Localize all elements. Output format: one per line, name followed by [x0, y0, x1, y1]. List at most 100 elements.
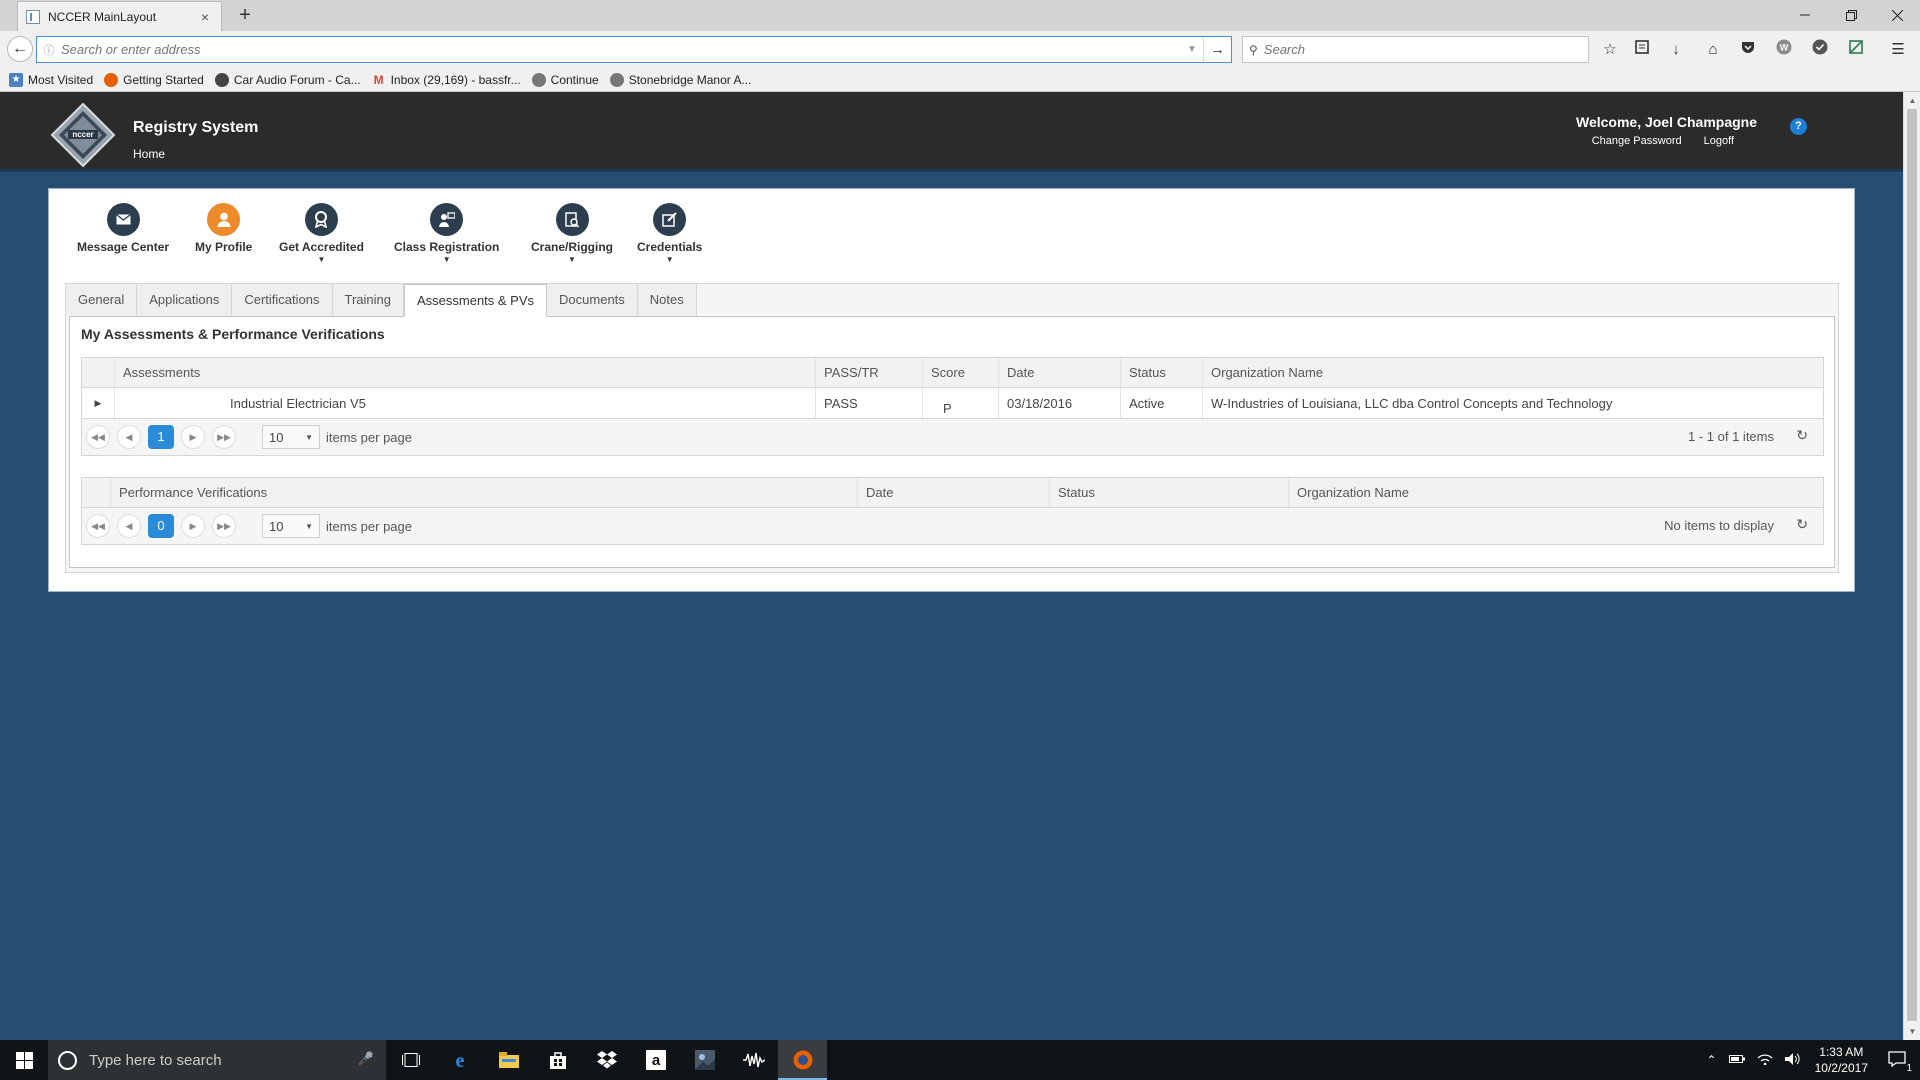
address-bar[interactable]: ⓘ ▼ → — [36, 36, 1232, 63]
logoff-link[interactable]: Logoff — [1704, 135, 1734, 147]
close-tab-icon[interactable]: × — [197, 9, 213, 25]
table-row[interactable]: ▶ Industrial Electrician V5 PASS P 03/18… — [82, 388, 1823, 419]
wifi-icon[interactable] — [1757, 1053, 1773, 1068]
help-icon[interactable]: ? — [1790, 118, 1807, 135]
tab-documents[interactable]: Documents — [547, 284, 638, 316]
scroll-up-icon[interactable]: ▲ — [1904, 92, 1920, 109]
column-header-status[interactable]: Status — [1050, 478, 1289, 507]
download-icon[interactable]: ↓ — [1665, 39, 1687, 61]
bookmark-car-audio-forum[interactable]: Car Audio Forum - Ca... — [214, 72, 361, 87]
previous-page-icon[interactable]: ◀ — [117, 425, 141, 449]
windows-start-icon[interactable] — [0, 1040, 48, 1080]
audio-waveform-icon[interactable] — [729, 1040, 778, 1080]
tab-assessments-pvs[interactable]: Assessments & PVs — [403, 284, 548, 317]
tab-training[interactable]: Training — [332, 284, 404, 316]
svg-text:a: a — [651, 1052, 660, 1069]
tools-extension-icon[interactable] — [1845, 39, 1867, 61]
minimize-window-icon[interactable] — [1782, 0, 1828, 30]
tab-general[interactable]: General — [66, 284, 138, 316]
last-page-icon[interactable]: ▶▶ — [212, 514, 236, 538]
profile-tabs: General Applications Certifications Trai… — [65, 283, 1839, 573]
home-icon[interactable]: ⌂ — [1702, 39, 1724, 61]
column-header-pass-tr[interactable]: PASS/TR — [816, 358, 923, 387]
page-size-select[interactable]: 10 ▼ — [262, 425, 320, 449]
browser-search-input[interactable] — [1263, 42, 1588, 57]
breadcrumb[interactable]: Home — [133, 147, 165, 161]
refresh-icon[interactable]: ↻ — [1796, 427, 1808, 444]
first-page-icon[interactable]: ◀◀ — [86, 514, 110, 538]
close-window-icon[interactable] — [1874, 0, 1920, 30]
bookmark-label: Inbox (29,169) - bassfr... — [390, 72, 521, 87]
column-header-organization[interactable]: Organization Name — [1289, 478, 1823, 507]
nav-message-center[interactable]: Message Center — [77, 203, 169, 254]
current-page-number[interactable]: 1 — [148, 425, 174, 449]
history-dropdown-icon[interactable]: ▼ — [1181, 44, 1203, 55]
checkmark-extension-icon[interactable] — [1809, 39, 1831, 61]
next-page-icon[interactable]: ▶ — [181, 514, 205, 538]
chevron-up-icon[interactable]: ⌃ — [1707, 1053, 1717, 1067]
address-input[interactable] — [61, 42, 1181, 57]
go-arrow-icon[interactable]: → — [1203, 37, 1231, 62]
dropbox-icon[interactable] — [582, 1040, 631, 1080]
extension-w-icon[interactable]: W — [1773, 39, 1795, 61]
column-header-organization[interactable]: Organization Name — [1203, 358, 1823, 387]
first-page-icon[interactable]: ◀◀ — [86, 425, 110, 449]
edge-browser-icon[interactable]: e — [435, 1040, 484, 1080]
page-scrollbar[interactable]: ▲ ▼ — [1903, 92, 1920, 1040]
column-header-score[interactable]: Score — [923, 358, 999, 387]
nav-get-accredited[interactable]: Get Accredited ▼ — [279, 203, 364, 264]
nav-credentials[interactable]: Credentials ▼ — [637, 203, 702, 264]
scroll-down-icon[interactable]: ▼ — [1904, 1023, 1920, 1040]
reading-list-icon[interactable] — [1631, 39, 1653, 61]
last-page-icon[interactable]: ▶▶ — [212, 425, 236, 449]
bookmark-most-visited[interactable]: ★ Most Visited — [9, 72, 93, 87]
browser-tab[interactable]: NCCER MainLayout × — [17, 1, 222, 31]
bookmark-stonebridge[interactable]: Stonebridge Manor A... — [609, 72, 751, 87]
page-size-value: 10 — [269, 518, 284, 534]
change-password-link[interactable]: Change Password — [1592, 135, 1682, 147]
nav-crane-rigging[interactable]: Crane/Rigging ▼ — [531, 203, 613, 264]
notification-center-icon[interactable]: 1 — [1888, 1050, 1912, 1074]
back-arrow-icon[interactable]: ← — [7, 36, 33, 62]
bookmark-inbox[interactable]: M Inbox (29,169) - bassfr... — [372, 73, 521, 87]
amazon-icon[interactable]: a — [631, 1040, 680, 1080]
nav-class-registration[interactable]: Class Registration ▼ — [394, 203, 499, 264]
volume-icon[interactable] — [1784, 1052, 1801, 1068]
column-header-performance-verifications[interactable]: Performance Verifications — [111, 478, 858, 507]
microphone-icon[interactable]: 🎤 — [358, 1051, 374, 1067]
hamburger-menu-icon[interactable]: ☰ — [1887, 39, 1909, 61]
nav-my-profile[interactable]: My Profile — [195, 203, 252, 254]
browser-search-bar[interactable]: ⚲ — [1242, 36, 1589, 63]
taskbar-search[interactable]: Type here to search 🎤 — [48, 1040, 386, 1080]
restore-window-icon[interactable] — [1828, 0, 1874, 30]
column-header-status[interactable]: Status — [1121, 358, 1203, 387]
tab-notes[interactable]: Notes — [637, 284, 697, 316]
new-tab-button[interactable]: + — [233, 3, 257, 27]
column-header-assessments[interactable]: Assessments — [115, 358, 816, 387]
previous-page-icon[interactable]: ◀ — [117, 514, 141, 538]
next-page-icon[interactable]: ▶ — [181, 425, 205, 449]
column-header-date[interactable]: Date — [999, 358, 1121, 387]
current-page-number[interactable]: 0 — [148, 514, 174, 538]
column-header-date[interactable]: Date — [858, 478, 1050, 507]
store-icon[interactable] — [533, 1040, 582, 1080]
firefox-taskbar-icon[interactable] — [778, 1040, 827, 1080]
photo-app-icon[interactable] — [680, 1040, 729, 1080]
info-icon[interactable]: ⓘ — [37, 42, 61, 58]
pocket-icon[interactable] — [1737, 39, 1759, 61]
bookmark-continue[interactable]: Continue — [531, 72, 599, 87]
bookmark-getting-started[interactable]: Getting Started — [104, 72, 204, 87]
battery-icon[interactable] — [1728, 1053, 1745, 1067]
bookmark-star-icon[interactable]: ☆ — [1599, 39, 1621, 61]
system-clock[interactable]: 1:33 AM 10/2/2017 — [1815, 1044, 1868, 1076]
dropdown-caret-icon: ▼ — [568, 255, 576, 264]
nccer-logo[interactable]: nccer — [50, 102, 116, 168]
task-view-icon[interactable] — [386, 1040, 435, 1080]
expand-row-icon[interactable]: ▶ — [82, 388, 115, 418]
refresh-icon[interactable]: ↻ — [1796, 516, 1808, 533]
tab-applications[interactable]: Applications — [137, 284, 233, 316]
tab-certifications[interactable]: Certifications — [232, 284, 333, 316]
file-explorer-icon[interactable] — [484, 1040, 533, 1080]
page-size-select[interactable]: 10 ▼ — [262, 514, 320, 538]
scrollbar-thumb[interactable] — [1907, 109, 1917, 1021]
